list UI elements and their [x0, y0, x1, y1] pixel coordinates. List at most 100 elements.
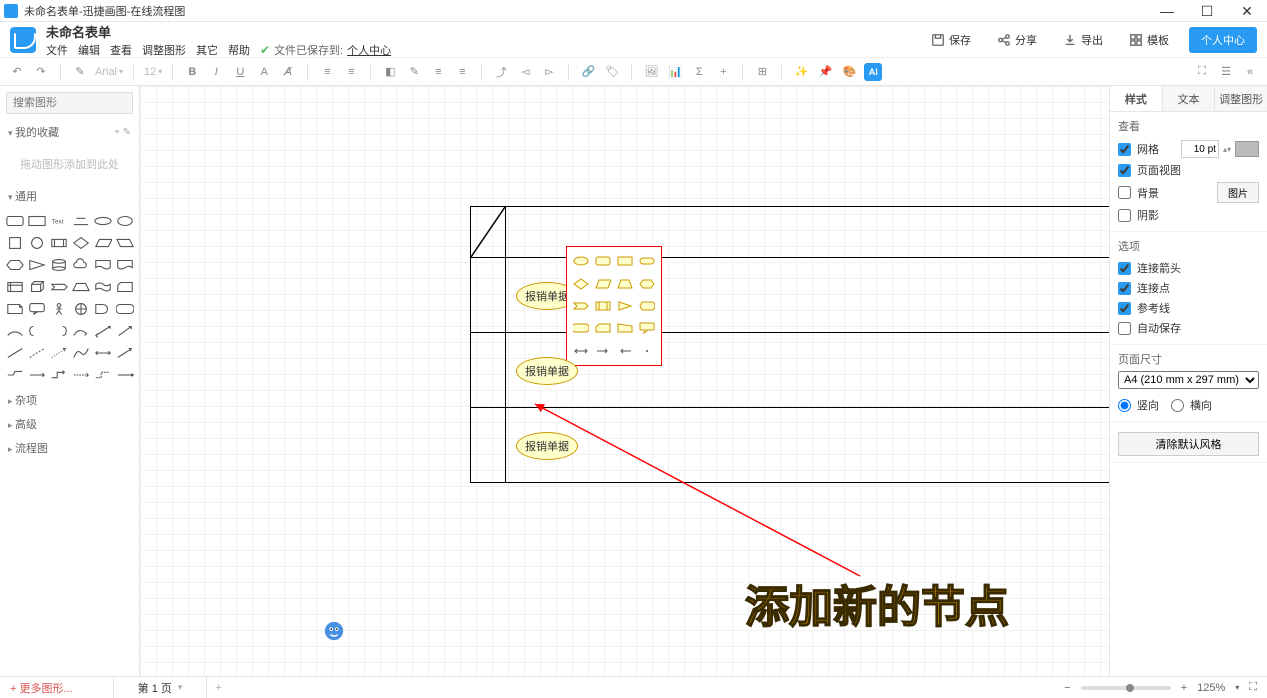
picker-display[interactable]: [637, 296, 657, 316]
save-location-link[interactable]: 个人中心: [347, 42, 391, 58]
undo-button[interactable]: ↶: [8, 63, 26, 81]
shape-cylinder[interactable]: [50, 256, 68, 274]
shape-connector-6[interactable]: [116, 366, 134, 384]
shape-document2[interactable]: [116, 256, 134, 274]
shape-circle[interactable]: [28, 234, 46, 252]
fill-color-button[interactable]: ◧: [381, 63, 399, 81]
shape-rounded-rect[interactable]: [6, 212, 24, 230]
shape-connector-2[interactable]: [28, 366, 46, 384]
link-button[interactable]: 🔗: [579, 63, 597, 81]
menu-adjust[interactable]: 调整图形: [142, 42, 186, 58]
redo-button[interactable]: ↷: [32, 63, 50, 81]
table-button[interactable]: ⊞: [753, 63, 771, 81]
font-color-button[interactable]: A: [255, 63, 273, 81]
shape-arrow-bi[interactable]: [94, 322, 112, 340]
shape-diamond[interactable]: [72, 234, 90, 252]
background-checkbox[interactable]: [1118, 186, 1131, 199]
node-ellipse-2[interactable]: 报销单据: [516, 357, 578, 385]
collapse-panel-button[interactable]: «: [1241, 63, 1259, 81]
shape-square[interactable]: [6, 234, 24, 252]
picker-trapezoid[interactable]: [615, 273, 635, 293]
document-title[interactable]: 未命名表单: [46, 22, 391, 41]
align-center-button[interactable]: ≡: [342, 63, 360, 81]
format-painter-button[interactable]: ✎: [71, 63, 89, 81]
tab-style[interactable]: 样式: [1110, 86, 1163, 111]
beautify-button[interactable]: 🎨: [840, 63, 858, 81]
shape-data[interactable]: [116, 300, 134, 318]
tab-text[interactable]: 文本: [1163, 86, 1216, 111]
zoom-level[interactable]: 125%: [1197, 682, 1225, 694]
shape-cloud[interactable]: [72, 256, 90, 274]
italic-button[interactable]: I: [207, 63, 225, 81]
zoom-slider[interactable]: [1081, 686, 1171, 690]
page-view-checkbox[interactable]: [1118, 164, 1131, 177]
favorites-section-header[interactable]: 我的收藏 + ✎: [0, 120, 139, 144]
tab-adjust[interactable]: 调整图形: [1215, 86, 1267, 111]
insert-chart-button[interactable]: 📊: [666, 63, 684, 81]
swimlane-corner[interactable]: [471, 207, 506, 257]
line-width-button[interactable]: ≡: [453, 63, 471, 81]
menu-help[interactable]: 帮助: [228, 42, 250, 58]
shape-rect[interactable]: [28, 212, 46, 230]
zoom-dropdown-icon[interactable]: ▾: [1235, 683, 1239, 692]
export-button[interactable]: 导出: [1057, 28, 1109, 52]
shape-and[interactable]: [94, 300, 112, 318]
tag-button[interactable]: 🏷: [603, 63, 621, 81]
shape-arc[interactable]: [6, 322, 24, 340]
shape-or[interactable]: [72, 300, 90, 318]
picker-process[interactable]: [593, 296, 613, 316]
window-maximize-button[interactable]: ☐: [1187, 0, 1227, 22]
flowchart-section-header[interactable]: 流程图: [0, 436, 139, 460]
shape-curve[interactable]: [72, 344, 90, 362]
add-favorite-icon[interactable]: + ✎: [114, 127, 131, 138]
shape-dashed-line[interactable]: [28, 344, 46, 362]
shape-arrow-up[interactable]: [116, 322, 134, 340]
clear-style-button[interactable]: 清除默认风格: [1118, 432, 1259, 456]
grid-size-input[interactable]: [1181, 140, 1219, 158]
connector-button[interactable]: ⤴: [492, 63, 510, 81]
picker-step[interactable]: [571, 296, 591, 316]
picker-diamond[interactable]: [571, 273, 591, 293]
shape-connector-5[interactable]: [94, 366, 112, 384]
shape-step[interactable]: [50, 278, 68, 296]
guides-checkbox[interactable]: [1118, 302, 1131, 315]
assistant-icon[interactable]: [323, 620, 345, 642]
menu-edit[interactable]: 编辑: [78, 42, 100, 58]
shape-note[interactable]: [6, 300, 24, 318]
shape-trapezoid[interactable]: [72, 278, 90, 296]
picker-ellipse[interactable]: [571, 251, 591, 271]
shape-document[interactable]: [94, 256, 112, 274]
node-ellipse-3[interactable]: 报销单据: [516, 432, 578, 460]
underline-button[interactable]: U: [231, 63, 249, 81]
page-tab-menu-icon[interactable]: ▾: [178, 682, 183, 693]
shape-bracket[interactable]: [28, 322, 46, 340]
pin-button[interactable]: 📌: [816, 63, 834, 81]
shape-ellipse-thin[interactable]: [94, 212, 112, 230]
picker-terminator[interactable]: [637, 251, 657, 271]
menu-other[interactable]: 其它: [196, 42, 218, 58]
share-button[interactable]: 分享: [991, 28, 1043, 52]
align-left-button[interactable]: ≡: [318, 63, 336, 81]
shape-arrow-s[interactable]: [72, 322, 90, 340]
general-section-header[interactable]: 通用: [0, 184, 139, 208]
zoom-in-button[interactable]: +: [1181, 682, 1187, 694]
swimlane-table[interactable]: 报销单据: [470, 206, 1109, 483]
shape-bracket-r[interactable]: [50, 322, 68, 340]
outline-button[interactable]: ☰: [1217, 63, 1235, 81]
arrow-start-button[interactable]: ◅: [516, 63, 534, 81]
autosave-checkbox[interactable]: [1118, 322, 1131, 335]
template-button[interactable]: 模板: [1123, 28, 1175, 52]
shape-bidir-arrow[interactable]: [94, 344, 112, 362]
shape-line[interactable]: [6, 344, 24, 362]
portrait-radio[interactable]: [1118, 399, 1131, 412]
window-minimize-button[interactable]: —: [1147, 0, 1187, 22]
shape-arrow-r[interactable]: [116, 344, 134, 362]
insert-image-button[interactable]: 🖼: [642, 63, 660, 81]
more-shapes-button[interactable]: + 更多图形...: [0, 680, 83, 696]
page-size-select[interactable]: A4 (210 mm x 297 mm): [1118, 371, 1259, 389]
grid-checkbox[interactable]: [1118, 143, 1131, 156]
ai-button[interactable]: AI: [864, 63, 882, 81]
shape-parallelogram[interactable]: [94, 234, 112, 252]
font-size-select[interactable]: 12 ▾: [144, 66, 162, 78]
misc-section-header[interactable]: 杂项: [0, 388, 139, 412]
